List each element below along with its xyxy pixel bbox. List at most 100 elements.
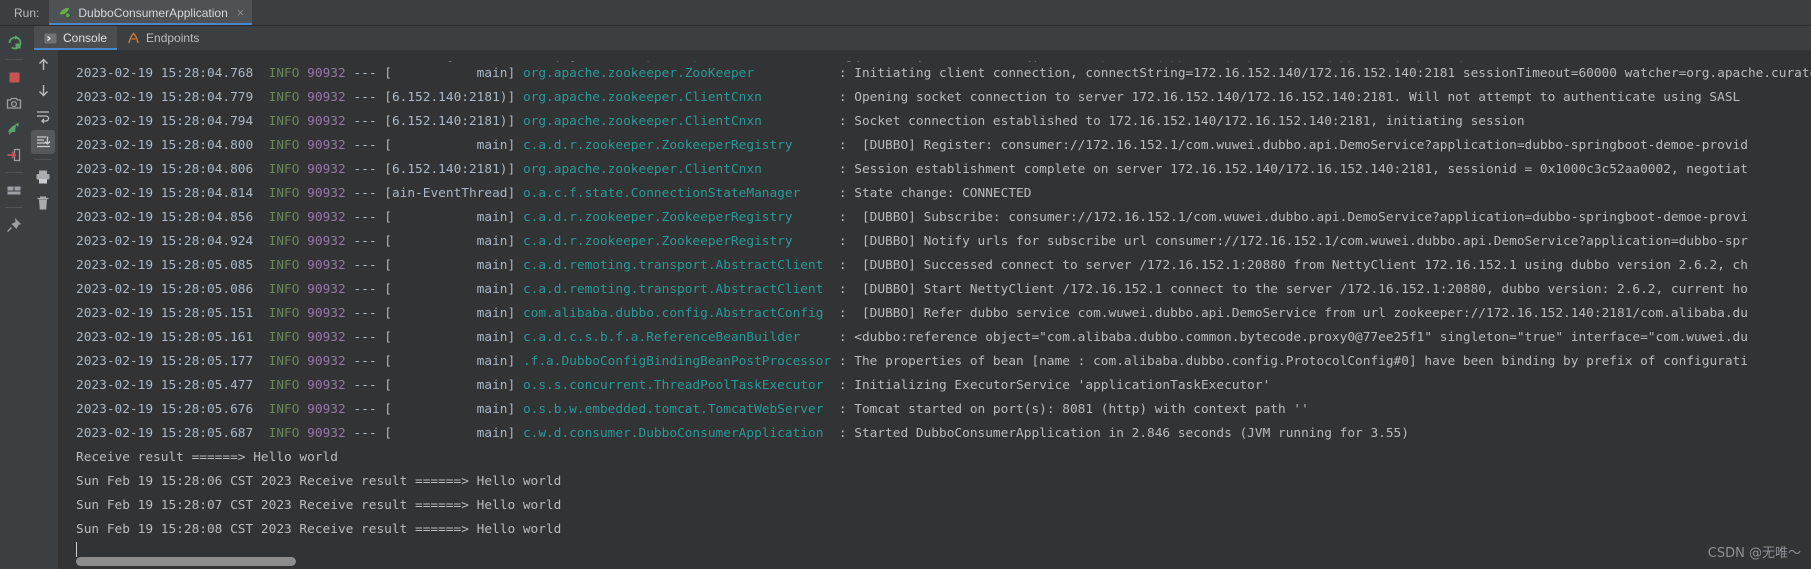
log-gap bbox=[299, 234, 307, 249]
log-timestamp: 2023-02-19 15:28:04.924 bbox=[76, 234, 254, 249]
log-level: INFO bbox=[268, 210, 300, 225]
log-gap bbox=[253, 354, 268, 369]
log-logger: o.s.s.concurrent.ThreadPoolTaskExecutor bbox=[522, 378, 824, 393]
tab-endpoints-label: Endpoints bbox=[146, 31, 200, 45]
log-line: 2023-02-19 15:28:04.814 INFO 90932 --- [… bbox=[68, 182, 1811, 206]
run-actions-toolbar bbox=[0, 26, 28, 569]
log-dash: --- bbox=[345, 354, 385, 369]
log-message: : The properties of bean [name : com.ali… bbox=[838, 354, 1748, 369]
log-level: INFO bbox=[268, 354, 300, 369]
log-line: 2023-02-19 15:28:04.768 INFO 90932 --- [… bbox=[68, 62, 1811, 86]
stop-button[interactable] bbox=[2, 65, 26, 89]
log-gap bbox=[823, 378, 838, 393]
log-line: 2023-02-19 15:28:05.085 INFO 90932 --- [… bbox=[68, 254, 1811, 278]
log-gap bbox=[515, 402, 523, 417]
rerun-button[interactable] bbox=[2, 30, 26, 54]
pin-button[interactable] bbox=[2, 213, 26, 237]
log-gap bbox=[299, 354, 307, 369]
log-pid: 90932 bbox=[307, 402, 346, 417]
log-logger: .f.a.DubboConfigBindingBeanPostProcessor bbox=[522, 354, 832, 369]
log-message: : Started DubboConsumerApplication in 2.… bbox=[838, 426, 1409, 441]
log-dash: --- bbox=[345, 426, 385, 441]
soft-wrap-button[interactable] bbox=[31, 104, 55, 128]
run-tool-window-body: Console Endpoints 2023-02-19 15:28:04.76… bbox=[0, 26, 1811, 569]
log-line: 2023-02-19 15:28:05.676 INFO 90932 --- [… bbox=[68, 398, 1811, 422]
print-button[interactable] bbox=[31, 165, 55, 189]
console-caret-line[interactable] bbox=[68, 542, 1811, 566]
log-pid: 90932 bbox=[307, 330, 346, 345]
tab-endpoints[interactable]: Endpoints bbox=[117, 26, 209, 50]
log-line: 2023-02-19 15:28:05.151 INFO 90932 --- [… bbox=[68, 302, 1811, 326]
log-pid: 90932 bbox=[307, 210, 346, 225]
log-logger: c.a.d.remoting.transport.AbstractClient bbox=[522, 258, 824, 273]
log-line: 2023-02-19 15:28:05.161 INFO 90932 --- [… bbox=[68, 326, 1811, 350]
console-plain-text: Sun Feb 19 15:28:06 CST 2023 Receive res… bbox=[76, 474, 562, 489]
log-pid: 90932 bbox=[307, 138, 346, 153]
log-thread: [ main] bbox=[384, 234, 516, 249]
log-message: : Socket connection established to 172.1… bbox=[838, 114, 1525, 129]
log-thread: [6.152.140:2181)] bbox=[384, 90, 516, 105]
run-tool-window-header: Run: DubboConsumerApplication × bbox=[0, 0, 1811, 26]
horizontal-scrollbar[interactable] bbox=[76, 557, 296, 566]
log-gap bbox=[299, 426, 307, 441]
console-toolbar-divider bbox=[34, 159, 52, 160]
restore-layout-button[interactable] bbox=[2, 117, 26, 141]
log-gap bbox=[515, 210, 523, 225]
watermark: CSDN @无唯～ bbox=[1707, 546, 1801, 561]
log-gap bbox=[253, 114, 268, 129]
camera-button[interactable] bbox=[2, 91, 26, 115]
run-tab-dubbo-consumer-application[interactable]: DubboConsumerApplication × bbox=[49, 0, 253, 25]
log-pid: 90932 bbox=[307, 306, 346, 321]
log-gap bbox=[253, 90, 268, 105]
log-pid: 90932 bbox=[307, 90, 346, 105]
log-dash: --- bbox=[345, 330, 385, 345]
log-pid: 90932 bbox=[307, 114, 346, 129]
log-gap bbox=[515, 66, 523, 81]
log-gap bbox=[515, 114, 523, 129]
log-timestamp: 2023-02-19 15:28:05.086 bbox=[76, 282, 254, 297]
log-thread: [ main] bbox=[384, 138, 516, 153]
log-logger: c.a.d.r.zookeeper.ZookeeperRegistry bbox=[522, 234, 793, 249]
log-gap bbox=[831, 354, 839, 369]
log-gap bbox=[299, 162, 307, 177]
log-logger: c.w.d.consumer.DubboConsumerApplication bbox=[522, 426, 824, 441]
log-pid: 90932 bbox=[307, 426, 346, 441]
log-line: 2023-02-19 15:28:04.779 INFO 90932 --- [… bbox=[68, 86, 1811, 110]
log-thread: [ main] bbox=[384, 210, 516, 225]
down-arrow-button[interactable] bbox=[31, 78, 55, 102]
log-message: : [DUBBO] Register: consumer://172.16.15… bbox=[838, 138, 1748, 153]
log-line: 2023-02-19 15:28:04.806 INFO 90932 --- [… bbox=[68, 158, 1811, 182]
log-pid: 90932 bbox=[307, 234, 346, 249]
log-line: 2023-02-19 15:28:04.924 INFO 90932 --- [… bbox=[68, 230, 1811, 254]
log-message: : [DUBBO] Refer dubbo service com.wuwei.… bbox=[838, 306, 1748, 321]
trash-button[interactable] bbox=[31, 191, 55, 215]
close-icon[interactable]: × bbox=[234, 6, 245, 19]
log-gap bbox=[793, 210, 839, 225]
log-line: 2023-02-19 15:28:04.794 INFO 90932 --- [… bbox=[68, 110, 1811, 134]
log-gap bbox=[253, 186, 268, 201]
log-gap bbox=[823, 402, 838, 417]
log-message: : [DUBBO] Notify urls for subscribe url … bbox=[838, 234, 1748, 249]
log-gap bbox=[823, 306, 838, 321]
log-pid: 90932 bbox=[307, 354, 346, 369]
log-line: 2023-02-19 15:28:04.856 INFO 90932 --- [… bbox=[68, 206, 1811, 230]
log-pid: 90932 bbox=[307, 186, 346, 201]
log-dash: --- bbox=[345, 378, 385, 393]
console-output[interactable]: 2023-02-19 15:28:04.7 INFO 90932 --- [ m… bbox=[68, 50, 1811, 569]
log-line: 2023-02-19 15:28:05.177 INFO 90932 --- [… bbox=[68, 350, 1811, 374]
log-thread: [ main] bbox=[384, 282, 516, 297]
tab-console[interactable]: Console bbox=[34, 26, 118, 50]
scroll-to-end-button[interactable] bbox=[31, 130, 55, 154]
up-arrow-button[interactable] bbox=[31, 52, 55, 76]
layout-button[interactable] bbox=[2, 178, 26, 202]
toolbar-divider-2 bbox=[5, 172, 23, 173]
log-timestamp: 2023-02-19 15:28:04.856 bbox=[76, 210, 254, 225]
log-gap bbox=[299, 282, 307, 297]
log-pid: 90932 bbox=[307, 162, 346, 177]
log-line: 2023-02-19 15:28:05.687 INFO 90932 --- [… bbox=[68, 422, 1811, 446]
log-logger: org.apache.zookeeper.ZooKeeper bbox=[522, 66, 755, 81]
exit-button[interactable] bbox=[2, 143, 26, 167]
log-dash: --- bbox=[345, 306, 385, 321]
log-timestamp: 2023-02-19 15:28:05.177 bbox=[76, 354, 254, 369]
log-message: : Opening socket connection to server 17… bbox=[838, 90, 1748, 105]
